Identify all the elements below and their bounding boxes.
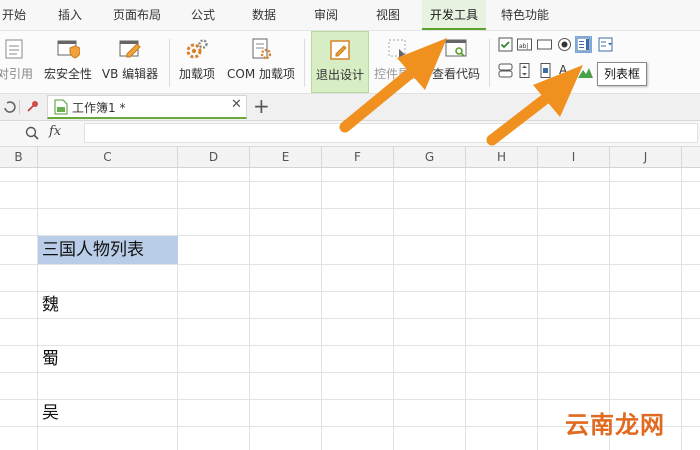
references-label: 对引用 xyxy=(0,67,33,81)
formula-bar: fx xyxy=(0,121,700,147)
spin-control-icon[interactable] xyxy=(517,63,532,78)
gridline xyxy=(321,168,322,450)
checkbox-control-icon[interactable] xyxy=(498,37,513,52)
gridline xyxy=(681,168,682,450)
frame-control-icon[interactable] xyxy=(498,63,513,78)
gridline xyxy=(393,168,394,450)
vb-editor-label: VB 编辑器 xyxy=(101,67,159,81)
column-header[interactable]: E xyxy=(250,147,322,167)
gears-icon xyxy=(186,39,208,59)
button-control-icon[interactable] xyxy=(537,37,552,52)
column-header[interactable]: G xyxy=(394,147,466,167)
exit-design-button[interactable]: 退出设计 xyxy=(311,31,369,93)
cell-c-wu[interactable]: 吴 xyxy=(38,400,178,426)
document-tab-title: 工作簿1 * xyxy=(72,101,126,115)
menu-bar: 开始 插入 页面布局 公式 数据 审阅 视图 开发工具 特色功能 xyxy=(0,0,700,31)
gridline xyxy=(465,168,466,450)
com-addins-label: COM 加载项 xyxy=(227,67,295,81)
zoom-search-icon[interactable] xyxy=(25,126,39,140)
textbox-control-icon[interactable]: ab| xyxy=(517,37,532,52)
svg-text:ab|: ab| xyxy=(519,43,529,50)
document-tab[interactable]: 工作簿1 * ✕ xyxy=(47,95,247,119)
scrollbar-control-icon[interactable] xyxy=(538,63,553,78)
com-addins-icon xyxy=(252,38,272,60)
document-tab-strip: 工作簿1 * ✕ + xyxy=(0,94,700,121)
close-tab-icon[interactable]: ✕ xyxy=(231,97,242,112)
column-header[interactable]: C xyxy=(38,147,178,167)
ribbon-separator xyxy=(489,39,490,87)
tab-separator xyxy=(19,100,20,114)
design-mode-icon xyxy=(330,40,350,60)
references-button[interactable]: 对引用 xyxy=(0,31,38,91)
com-addins-button[interactable]: COM 加载项 xyxy=(224,31,298,91)
tab-home[interactable]: 开始 xyxy=(0,0,28,30)
tab-data[interactable]: 数据 xyxy=(244,0,284,30)
new-tab-button[interactable]: + xyxy=(253,94,270,118)
gridline xyxy=(0,318,700,319)
addins-label: 加载项 xyxy=(178,67,215,81)
gridline xyxy=(0,208,700,209)
tab-developer[interactable]: 开发工具 xyxy=(422,0,486,30)
label-control-icon[interactable]: A xyxy=(559,63,567,77)
combobox-control-icon[interactable] xyxy=(598,37,613,52)
column-header[interactable]: H xyxy=(466,147,538,167)
formula-input[interactable] xyxy=(84,123,698,143)
macro-security-label: 宏安全性 xyxy=(43,67,92,81)
watermark: 云南龙网 xyxy=(565,411,665,439)
cell-c-shu[interactable]: 蜀 xyxy=(38,346,178,372)
fx-icon[interactable]: fx xyxy=(49,124,61,139)
vb-editor-button[interactable]: VB 编辑器 xyxy=(98,31,162,91)
image-control-icon[interactable] xyxy=(578,64,593,79)
view-code-label: 查看代码 xyxy=(431,67,480,81)
column-header[interactable]: F xyxy=(322,147,394,167)
gridline xyxy=(537,168,538,450)
cell-c-wei[interactable]: 魏 xyxy=(38,292,178,318)
tab-view[interactable]: 视图 xyxy=(368,0,408,30)
exit-design-label: 退出设计 xyxy=(315,68,364,82)
ribbon-separator xyxy=(169,39,170,87)
addins-button[interactable]: 加载项 xyxy=(174,31,220,91)
vb-editor-icon xyxy=(119,40,141,58)
macro-security-button[interactable]: 宏安全性 xyxy=(42,31,94,91)
radio-control-icon[interactable] xyxy=(557,37,572,52)
references-icon xyxy=(5,39,23,59)
ribbon-separator xyxy=(304,39,305,87)
column-header[interactable]: J xyxy=(610,147,682,167)
column-header[interactable]: B xyxy=(0,147,38,167)
ribbon: 对引用 宏安全性 VB 编辑器 加载项 COM 加载项 退出设计 控件属性 查看… xyxy=(0,31,700,94)
cell-c-title[interactable]: 三国人物列表 xyxy=(38,236,178,264)
gridline xyxy=(0,264,700,265)
control-properties-icon xyxy=(388,39,406,59)
listbox-tooltip: 列表框 xyxy=(597,62,648,86)
column-headers: B C D E F G H I J xyxy=(0,147,700,168)
tab-formulas[interactable]: 公式 xyxy=(183,0,223,30)
column-header[interactable]: I xyxy=(538,147,610,167)
control-properties-button[interactable]: 控件属性 xyxy=(371,31,425,91)
tab-review[interactable]: 审阅 xyxy=(306,0,346,30)
gridline xyxy=(249,168,250,450)
tab-insert[interactable]: 插入 xyxy=(48,0,92,30)
listbox-control-icon[interactable] xyxy=(575,36,592,53)
view-code-button[interactable]: 查看代码 xyxy=(428,31,484,91)
tab-page-layout[interactable]: 页面布局 xyxy=(104,0,170,30)
tab-special-features[interactable]: 特色功能 xyxy=(494,0,556,30)
column-header[interactable]: D xyxy=(178,147,250,167)
gridline xyxy=(0,181,700,182)
spreadsheet-file-icon xyxy=(54,99,68,115)
undo-arrow-icon[interactable] xyxy=(2,100,16,114)
macro-security-icon xyxy=(57,40,80,59)
gridline xyxy=(0,372,700,373)
view-code-icon xyxy=(445,39,467,57)
control-properties-label: 控件属性 xyxy=(373,67,422,81)
pin-icon[interactable] xyxy=(26,99,40,113)
